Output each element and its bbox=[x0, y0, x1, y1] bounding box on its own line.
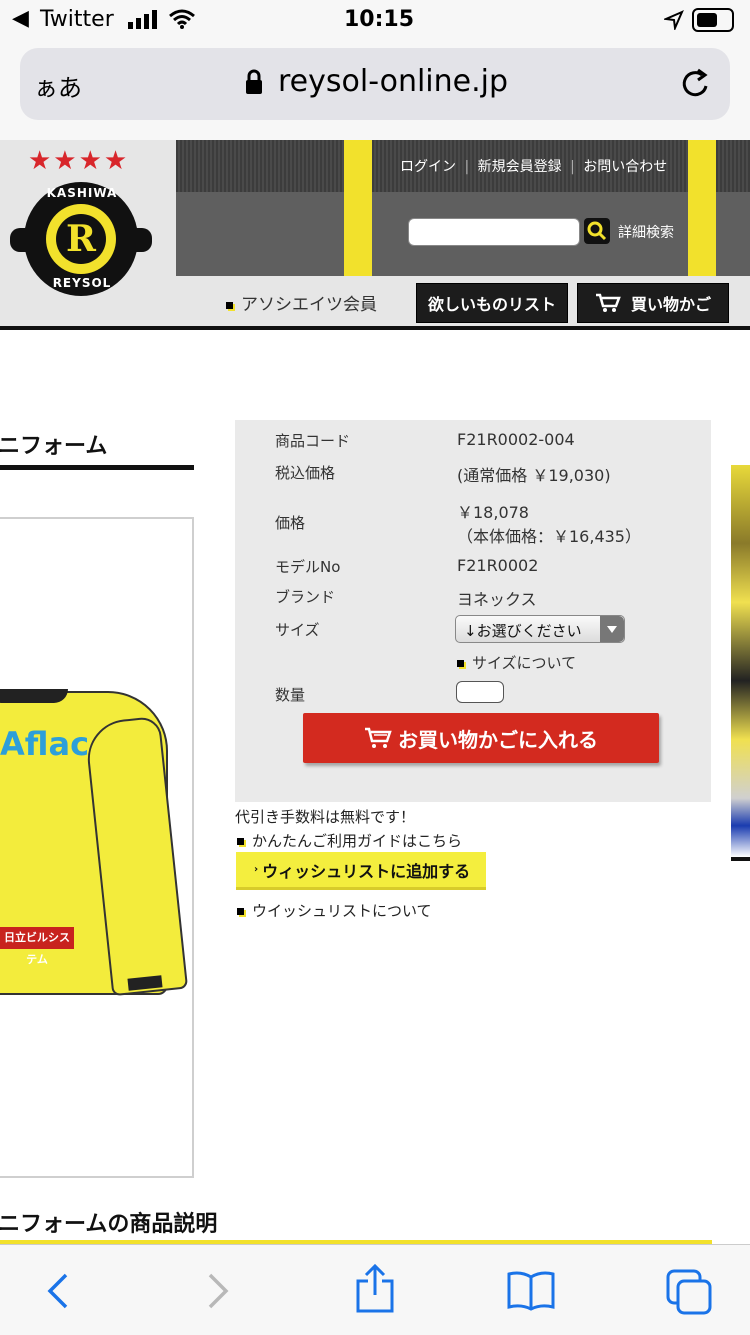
club-logo[interactable]: R KASHIWA REYSOL bbox=[10, 180, 152, 300]
description-title: ニフォームの商品説明 bbox=[0, 1212, 218, 1237]
header-links: ログイン | 新規会員登録 | お問い合わせ bbox=[400, 159, 668, 175]
size-select[interactable]: ↓お選びください bbox=[455, 615, 625, 643]
spec-value-taxprice: (通常価格 ￥19,030) bbox=[457, 466, 611, 485]
url-text[interactable]: reysol-online.jp bbox=[278, 64, 508, 99]
detail-search-link[interactable]: 詳細検索 bbox=[618, 222, 674, 242]
forward-icon[interactable] bbox=[204, 1271, 232, 1311]
spec-label-taxprice: 税込価格 bbox=[275, 464, 336, 482]
product-spec-panel: 商品コード F21R0002-004 税込価格 (通常価格 ￥19,030) 価… bbox=[235, 420, 711, 802]
stars: ★★★★ bbox=[28, 146, 130, 176]
cart-button[interactable]: 買い物かご bbox=[577, 283, 729, 323]
wifi-icon bbox=[169, 9, 195, 29]
share-icon[interactable] bbox=[354, 1263, 396, 1315]
spec-label-code: 商品コード bbox=[275, 432, 351, 450]
spec-value-price: ￥18,078 bbox=[457, 503, 529, 522]
wishlist-about-link[interactable]: ウイッシュリストについて bbox=[237, 900, 432, 921]
spec-label-brand: ブランド bbox=[275, 588, 336, 606]
clock: 10:15 bbox=[344, 7, 415, 32]
product-image[interactable]: Aflac 日立ビルシステム bbox=[0, 517, 194, 1178]
search-input[interactable] bbox=[408, 218, 580, 246]
reload-icon[interactable] bbox=[680, 68, 712, 102]
side-banner[interactable] bbox=[731, 465, 750, 861]
spec-value-baseprice: （本体価格：￥16,435） bbox=[457, 527, 641, 546]
spec-label-price: 価格 bbox=[275, 514, 306, 532]
spec-value-model: F21R0002 bbox=[457, 556, 539, 575]
register-link[interactable]: 新規会員登録 bbox=[478, 159, 562, 175]
add-to-cart-button[interactable]: お買い物かごに入れる bbox=[303, 713, 659, 763]
browser-bottom-bar bbox=[0, 1244, 750, 1335]
spec-value-code: F21R0002-004 bbox=[457, 430, 575, 449]
header-panel: ログイン | 新規会員登録 | お問い合わせ 詳細検索 bbox=[176, 140, 750, 276]
cart-icon bbox=[595, 293, 621, 312]
search-button[interactable] bbox=[584, 218, 610, 244]
bookmarks-icon[interactable] bbox=[506, 1271, 556, 1311]
quantity-input[interactable] bbox=[456, 681, 504, 703]
location-icon bbox=[664, 10, 684, 30]
product-title: ニフォーム bbox=[0, 434, 108, 459]
spec-label-size: サイズ bbox=[275, 621, 320, 639]
site-header: ★★★★ R KASHIWA REYSOL ログイン | 新規会員登録 | お問… bbox=[0, 140, 750, 330]
spec-value-brand: ヨネックス bbox=[457, 590, 537, 609]
spec-label-qty: 数量 bbox=[275, 686, 306, 704]
search-icon bbox=[587, 221, 607, 241]
back-app-label[interactable]: Twitter bbox=[40, 7, 114, 32]
chevron-down-icon bbox=[600, 616, 624, 642]
tabs-icon[interactable] bbox=[666, 1269, 714, 1315]
battery-icon bbox=[692, 8, 734, 32]
login-link[interactable]: ログイン bbox=[400, 159, 456, 175]
title-underline bbox=[0, 465, 194, 470]
size-guide-link[interactable]: サイズについて bbox=[457, 652, 576, 673]
spec-label-model: モデルNo bbox=[275, 558, 341, 576]
back-icon[interactable] bbox=[44, 1271, 72, 1311]
guide-link[interactable]: かんたんご利用ガイドはこちら bbox=[237, 830, 462, 851]
cod-note: 代引き手数料は無料です！ bbox=[235, 808, 416, 826]
cart-icon bbox=[365, 727, 392, 748]
address-bar[interactable]: ぁあ reysol-online.jp bbox=[20, 48, 730, 120]
browser-toolbar: ぁあ reysol-online.jp bbox=[0, 40, 750, 141]
contact-link[interactable]: お問い合わせ bbox=[583, 159, 667, 175]
add-to-wishlist-button[interactable]: › ウィッシュリストに追加する bbox=[236, 852, 486, 890]
shirt-sleeve-sponsor: 日立ビルシステム bbox=[0, 927, 74, 966]
associate-link[interactable]: アソシエイツ会員 bbox=[226, 290, 377, 315]
lock-icon bbox=[246, 69, 262, 94]
reader-settings-button[interactable]: ぁあ bbox=[34, 68, 82, 103]
wishlist-button[interactable]: 欲しいものリスト bbox=[416, 283, 568, 323]
status-bar: ◀ Twitter 10:15 bbox=[0, 0, 750, 40]
back-arrow-icon[interactable]: ◀ bbox=[12, 6, 29, 31]
shirt-sponsor-text: Aflac bbox=[0, 725, 90, 763]
header-divider bbox=[0, 326, 750, 330]
